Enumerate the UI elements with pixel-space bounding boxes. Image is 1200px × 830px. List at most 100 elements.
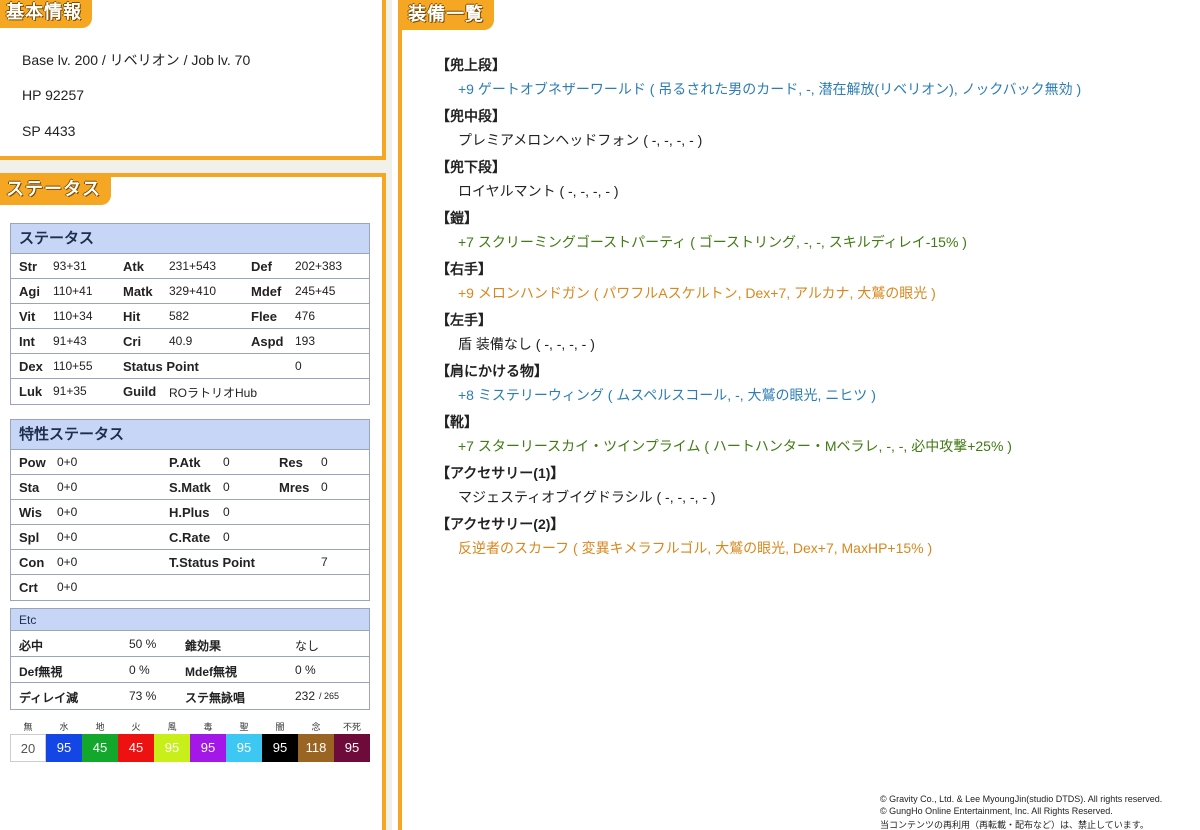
stat-value: 582 <box>169 309 190 323</box>
element-name: 風 <box>167 722 177 732</box>
stat-label: Guild <box>123 384 157 399</box>
element-resist-boxes: 20 95 45 45 95 95 95 95 118 95 <box>10 734 370 762</box>
equipment-title: 装備一覧 <box>402 0 494 30</box>
element-name: 水 <box>59 722 69 732</box>
copyright-line-2: © GungHo Online Entertainment, Inc. All … <box>880 806 1113 816</box>
trait-label: Spl <box>19 530 40 545</box>
equipment-item: +9 ゲートオブネザーワールド ( 吊るされた男のカード, -, 潜在解放(リベ… <box>458 81 1082 97</box>
stat-value: 193 <box>295 334 316 348</box>
basic-info-title: 基本情報 <box>0 0 92 28</box>
equipment-item: 盾 装備なし ( -, -, -, - ) <box>458 336 595 352</box>
trait-value: 7 <box>321 555 328 569</box>
trait-value: 0+0 <box>57 530 78 544</box>
equipment-panel: 装備一覧 【兜上段】 +9 ゲートオブネザーワールド ( 吊るされた男のカード, … <box>398 0 1200 830</box>
equipment-slot-label: 【左手】 <box>436 312 492 328</box>
stat-value: 91+43 <box>53 334 87 348</box>
element-value: 95 <box>226 734 262 762</box>
base-level-line: Base lv. 200 / リベリオン / Job lv. 70 <box>22 52 251 68</box>
stat-label: Luk <box>19 384 43 399</box>
element-name: 闇 <box>275 722 285 732</box>
element-name: 念 <box>311 722 321 732</box>
etc-label: Mdef無視 <box>185 665 237 679</box>
equipment-item: +7 スクリーミングゴーストパーティ ( ゴーストリング, -, -, スキルデ… <box>458 234 967 250</box>
status-row: Int 91+43 Cri 40.9 Aspd 193 <box>11 329 369 354</box>
stat-label: Hit <box>123 309 141 324</box>
stat-value: 93+31 <box>53 259 87 273</box>
stat-value: ROラトリオHub <box>169 386 258 400</box>
equipment-slot-label: 【右手】 <box>436 261 492 277</box>
stat-label: Cri <box>123 334 142 349</box>
trait-status-box: 特性ステータス Pow 0+0 P.Atk 0 Res 0 Sta 0+0 S.Matk 0 Mre… <box>10 419 370 601</box>
copyright-line-3: 当コンテンツの再利用（再転載・配布など）は、禁止しています。 <box>880 820 1149 830</box>
status-panel-title: ステータス <box>0 175 111 205</box>
trait-value: 0+0 <box>57 505 78 519</box>
stat-label: Vit <box>19 309 36 324</box>
trait-label: Mres <box>279 480 310 495</box>
element-value: 95 <box>334 734 370 762</box>
equipment-item: プレミアメロンヘッドフォン ( -, -, -, - ) <box>458 132 703 148</box>
element-value: 118 <box>298 734 334 762</box>
equipment-slot-label: 【アクセサリー(1)】 <box>436 465 565 481</box>
stat-label: Agi <box>19 284 40 299</box>
stat-value: 110+34 <box>53 309 93 323</box>
element-labels: 無 水 地 火 風 毒 聖 闇 念 不死 <box>10 720 370 732</box>
status-row: Vit 110+34 Hit 582 Flee 476 <box>11 304 369 329</box>
stat-value: 40.9 <box>169 334 193 348</box>
trait-label: C.Rate <box>169 530 211 545</box>
etc-label: Def無視 <box>19 665 63 679</box>
element-value: 95 <box>154 734 190 762</box>
etc-value-max: / 265 <box>319 691 340 701</box>
stat-value: 110+41 <box>53 284 93 298</box>
equipment-slot-label: 【鎧】 <box>436 210 478 226</box>
etc-value: 0 % <box>129 663 150 677</box>
stat-value: 0 <box>295 359 302 373</box>
stat-value: 202+383 <box>295 259 343 273</box>
sp-line: SP 4433 <box>22 123 76 139</box>
trait-label: T.Status Point <box>169 555 255 570</box>
basic-info-panel: 基本情報 Base lv. 200 / リベリオン / Job lv. 70 H… <box>0 0 386 160</box>
trait-value: 0+0 <box>57 455 78 469</box>
stat-value: 231+543 <box>169 259 217 273</box>
etc-value: なし <box>295 639 320 653</box>
element-value: 95 <box>46 734 82 762</box>
trait-row: Sta 0+0 S.Matk 0 Mres 0 <box>11 475 369 500</box>
etc-row: Def無視 0 % Mdef無視 0 % <box>11 657 369 683</box>
trait-label: Wis <box>19 505 42 520</box>
stat-label: Str <box>19 259 38 274</box>
element-value: 95 <box>262 734 298 762</box>
stat-label: Dex <box>19 359 43 374</box>
equipment-slot-label: 【兜中段】 <box>436 108 506 124</box>
element-value: 95 <box>190 734 226 762</box>
stat-label: Matk <box>123 284 153 299</box>
equipment-item: +7 スターリースカイ・ツインプライム ( ハートハンター・Mベラレ, -, -… <box>458 438 1012 454</box>
element-name: 毒 <box>203 722 213 732</box>
trait-row: Crt 0+0 <box>11 575 369 600</box>
trait-label: P.Atk <box>169 455 201 470</box>
status-box-header: ステータス <box>11 224 369 254</box>
stat-label: Flee <box>251 309 278 324</box>
equipment-item: マジェスティオブイグドラシル ( -, -, -, - ) <box>458 489 716 505</box>
element-name: 火 <box>131 722 141 732</box>
etc-label: ステ無詠唱 <box>185 691 246 705</box>
trait-value: 0 <box>321 455 328 469</box>
trait-label: S.Matk <box>169 480 211 495</box>
equipment-slot-label: 【アクセサリー(2)】 <box>436 516 565 532</box>
etc-label: 錐効果 <box>185 639 222 653</box>
status-row: Luk 91+35 Guild ROラトリオHub <box>11 379 369 404</box>
element-value: 45 <box>118 734 154 762</box>
stat-label: Status Point <box>123 359 199 374</box>
trait-label: Sta <box>19 480 40 495</box>
trait-value: 0+0 <box>57 480 78 494</box>
status-panel: ステータス ステータス Str 93+31 Atk 231+543 Def 202+383… <box>0 173 386 830</box>
element-value: 20 <box>10 734 46 762</box>
stat-value: 476 <box>295 309 316 323</box>
etc-box: Etc 必中 50 % 錐効果 なし Def無視 0 % Mdef無視 0 % ディレイ減 73 … <box>10 608 370 710</box>
trait-label: Crt <box>19 580 38 595</box>
status-row: Agi 110+41 Matk 329+410 Mdef 245+45 <box>11 279 369 304</box>
trait-row: Pow 0+0 P.Atk 0 Res 0 <box>11 450 369 475</box>
trait-label: Con <box>19 555 45 570</box>
stat-label: Atk <box>123 259 144 274</box>
trait-label: Res <box>279 455 303 470</box>
status-row: Str 93+31 Atk 231+543 Def 202+383 <box>11 254 369 279</box>
element-name: 聖 <box>239 722 249 732</box>
